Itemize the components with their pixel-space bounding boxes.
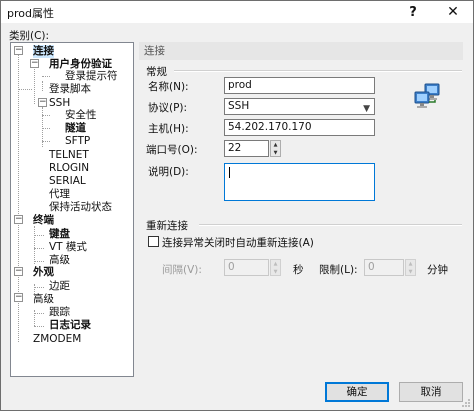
name-label: 名称(N): bbox=[148, 81, 189, 93]
tree-line bbox=[34, 287, 44, 288]
tree-line bbox=[34, 313, 44, 314]
tree-item-telnet[interactable]: TELNET bbox=[49, 149, 89, 162]
tree-item-trace[interactable]: 跟踪 bbox=[49, 306, 70, 319]
description-label: 说明(D): bbox=[148, 166, 189, 178]
protocol-value: SSH bbox=[228, 100, 250, 112]
help-button[interactable]: ? bbox=[397, 1, 429, 23]
port-stepper[interactable]: ▲ ▼ bbox=[270, 140, 281, 157]
tree-line bbox=[34, 261, 44, 262]
collapse-icon[interactable]: − bbox=[14, 267, 23, 276]
spin-up-icon[interactable]: ▲ bbox=[271, 260, 280, 268]
tree-item-logging[interactable]: 日志记录 bbox=[49, 319, 91, 332]
tree-item-vt-mode[interactable]: VT 模式 bbox=[49, 241, 87, 254]
description-textarea[interactable] bbox=[224, 163, 375, 201]
reconnect-section-title: 重新连接 bbox=[146, 220, 188, 232]
title-bar: prod属性 ? ✕ bbox=[1, 1, 473, 23]
host-label: 主机(H): bbox=[148, 123, 189, 135]
panel-header: 连接 bbox=[139, 42, 463, 60]
tree-item-sftp[interactable]: SFTP bbox=[65, 135, 90, 148]
name-input[interactable]: prod bbox=[224, 77, 375, 94]
tree-line bbox=[42, 115, 50, 116]
tree-line bbox=[42, 76, 50, 77]
tree-item-appearance[interactable]: 外观 bbox=[33, 266, 54, 279]
protocol-select[interactable]: SSH ▼ bbox=[224, 98, 375, 115]
interval-input[interactable]: 0 bbox=[224, 259, 269, 276]
tree-line bbox=[34, 326, 44, 327]
tree-item-connection[interactable]: 连接 bbox=[33, 45, 54, 58]
tree-line bbox=[42, 128, 50, 129]
ok-button[interactable]: 确定 bbox=[325, 382, 389, 402]
tree-item-login-script[interactable]: 登录脚本 bbox=[49, 83, 91, 96]
spin-down-icon[interactable]: ▼ bbox=[271, 268, 280, 276]
resize-grip-icon[interactable] bbox=[461, 398, 471, 408]
spin-up-icon[interactable]: ▲ bbox=[406, 260, 415, 268]
tree-line bbox=[42, 141, 50, 142]
properties-dialog: prod属性 ? ✕ 类别(C): − − − − − − 连接 用户身份验证 … bbox=[0, 0, 474, 411]
tree-item-terminal[interactable]: 终端 bbox=[33, 214, 54, 227]
category-tree[interactable]: − − − − − − 连接 用户身份验证 登录提示符 登录脚本 SSH 安全性… bbox=[10, 42, 134, 377]
tree-line bbox=[18, 89, 32, 90]
spin-down-icon[interactable]: ▼ bbox=[271, 149, 280, 157]
cancel-button[interactable]: 取消 bbox=[399, 382, 463, 402]
tree-item-keyboard[interactable]: 键盘 bbox=[49, 228, 70, 241]
spin-up-icon[interactable]: ▲ bbox=[271, 141, 280, 149]
tree-item-keepalive[interactable]: 保持活动状态 bbox=[49, 201, 112, 214]
general-section-title: 常规 bbox=[146, 66, 167, 78]
tree-item-margins[interactable]: 边距 bbox=[49, 280, 70, 293]
host-input[interactable]: 54.202.170.170 bbox=[224, 119, 375, 136]
tree-line bbox=[34, 235, 44, 236]
collapse-icon[interactable]: − bbox=[30, 59, 39, 68]
tree-item-rlogin[interactable]: RLOGIN bbox=[49, 162, 89, 175]
tree-line bbox=[42, 81, 43, 91]
text-caret bbox=[229, 167, 230, 178]
interval-unit: 秒 bbox=[293, 264, 304, 276]
tree-item-tunnel[interactable]: 隧道 bbox=[65, 122, 86, 135]
chevron-down-icon: ▼ bbox=[363, 104, 370, 114]
collapse-icon[interactable]: − bbox=[14, 215, 23, 224]
category-label: 类别(C): bbox=[9, 30, 50, 42]
limit-unit: 分钟 bbox=[427, 264, 448, 276]
limit-input[interactable]: 0 bbox=[364, 259, 404, 276]
network-computers-icon bbox=[414, 83, 440, 108]
protocol-label: 协议(P): bbox=[148, 102, 188, 114]
limit-label: 限制(L): bbox=[319, 264, 358, 276]
tree-line bbox=[34, 66, 35, 104]
auto-reconnect-checkbox[interactable] bbox=[148, 236, 159, 247]
tree-line bbox=[34, 226, 35, 264]
close-button[interactable]: ✕ bbox=[437, 1, 469, 23]
interval-label: 间隔(V): bbox=[162, 264, 202, 276]
tree-item-security[interactable]: 安全性 bbox=[65, 109, 97, 122]
window-title: prod属性 bbox=[7, 7, 54, 20]
interval-stepper[interactable]: ▲ ▼ bbox=[270, 259, 281, 276]
tree-item-serial[interactable]: SERIAL bbox=[49, 175, 86, 188]
port-label: 端口号(O): bbox=[146, 144, 198, 156]
divider bbox=[174, 70, 462, 72]
spin-down-icon[interactable]: ▼ bbox=[406, 268, 415, 276]
tree-item-proxy[interactable]: 代理 bbox=[49, 188, 70, 201]
tree-item-advanced[interactable]: 高级 bbox=[33, 293, 54, 306]
tree-item-login-prompt[interactable]: 登录提示符 bbox=[65, 70, 118, 83]
collapse-icon[interactable]: − bbox=[14, 293, 23, 302]
collapse-icon[interactable]: − bbox=[14, 46, 23, 55]
collapse-icon[interactable]: − bbox=[38, 98, 47, 107]
port-input[interactable]: 22 bbox=[224, 140, 269, 157]
divider bbox=[199, 224, 462, 226]
tree-item-zmodem[interactable]: ZMODEM bbox=[33, 333, 81, 346]
limit-stepper[interactable]: ▲ ▼ bbox=[405, 259, 416, 276]
tree-line bbox=[34, 248, 44, 249]
auto-reconnect-label[interactable]: 连接异常关闭时自动重新连接(A) bbox=[162, 235, 314, 250]
